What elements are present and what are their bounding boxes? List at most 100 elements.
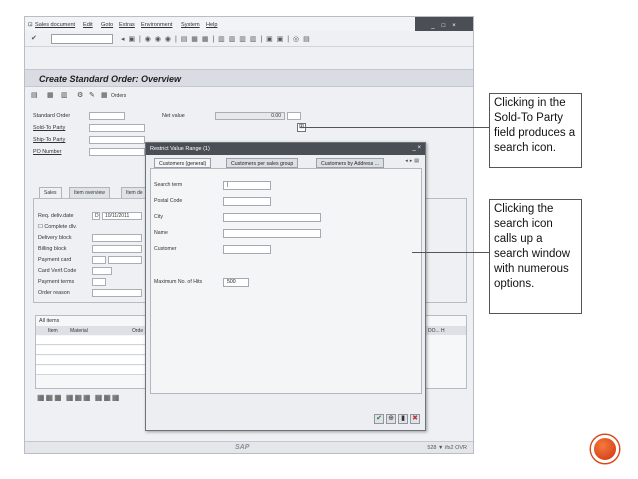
screen-title-bar: Create Standard Order: Overview [25, 69, 473, 87]
col-item: Item [48, 328, 58, 334]
callout-sold-to-party: Clicking in the Sold-To Party field prod… [489, 93, 582, 168]
tab-scroll-icons[interactable]: ◂▸▤ [405, 158, 421, 164]
standard-order-label: Standard Order [33, 113, 71, 119]
table-row[interactable] [36, 346, 156, 355]
standard-toolbar: ✔ ◂ ▣ | ◉ ◉ ◉ | ▤ ▦ ▦ | ▥ ▥ ▥ ▥ | ▣ ▣ | … [25, 31, 473, 47]
col-material: Material [70, 328, 88, 334]
menu-environment[interactable]: Environment [141, 22, 172, 28]
callout-connector-2 [412, 252, 489, 253]
sap-window: ⊡ Sales document Edit Goto Extras Enviro… [24, 16, 474, 454]
callout-search-window: Clicking the search icon calls up a sear… [489, 199, 582, 314]
tab-customers-general[interactable]: Customers (general) [154, 158, 212, 168]
info-icon[interactable]: ▮ [398, 414, 408, 424]
col-right: DO... H [428, 328, 445, 334]
menu-goto[interactable]: Goto [101, 22, 113, 28]
status-bar: SAP 528 ▼ ifs2 OVR [25, 441, 473, 453]
menu-system[interactable]: System [181, 22, 200, 28]
delivery-block-field[interactable] [92, 234, 142, 242]
po-number-label: PO Number [33, 149, 62, 155]
print-icon[interactable]: ▥ [61, 91, 68, 99]
payment-card-field[interactable] [108, 256, 142, 264]
ship-to-party-label: Ship-To Party [33, 137, 66, 143]
currency-field[interactable] [287, 112, 301, 120]
orders-button-label[interactable]: Orders [111, 93, 126, 99]
tab-customers-address[interactable]: Customers by Address ... [316, 158, 384, 168]
name-field[interactable] [223, 229, 321, 238]
order-reason-field[interactable] [92, 289, 142, 297]
req-deliv-date-label: Req. deliv.date [38, 213, 74, 219]
menu-sales-document[interactable]: Sales document [35, 22, 75, 28]
screen-title: Create Standard Order: Overview [39, 74, 182, 84]
billing-block-label: Billing block [38, 246, 67, 252]
find-icon[interactable]: ⊕ [386, 414, 396, 424]
card-verif-label: Card Verif.Code [38, 268, 77, 274]
table-row[interactable] [36, 366, 156, 375]
dialog-close-icon[interactable]: _ × [412, 145, 421, 151]
search-term-label: Search term [154, 182, 183, 188]
maximize-icon[interactable]: □ [442, 23, 447, 29]
settings-icon[interactable]: ⚙ [77, 91, 83, 99]
display-doc-flow-icon[interactable]: ▤ [31, 91, 38, 99]
sold-to-party-label: Sold-To Party [33, 125, 66, 131]
cancel-button[interactable]: ✖ [410, 414, 420, 424]
system-info: 528 ▼ ifs2 OVR [427, 445, 467, 451]
orders-icon[interactable]: ▦ [101, 91, 108, 99]
sap-menu-icon[interactable]: ⊡ [28, 22, 33, 28]
po-number-field[interactable] [89, 148, 145, 156]
date-type-field[interactable]: D [92, 212, 100, 220]
continue-button[interactable]: ✔ [374, 414, 384, 424]
menu-edit[interactable]: Edit [83, 22, 93, 28]
tab-item-overview[interactable]: Item overview [69, 187, 110, 198]
customer-field[interactable] [223, 245, 271, 254]
command-field[interactable] [51, 34, 113, 44]
toolbar-icons[interactable]: ◂ ▣ | ◉ ◉ ◉ | ▤ ▦ ▦ | ▥ ▥ ▥ ▥ | ▣ ▣ | ◎ … [121, 35, 311, 43]
max-hits-field[interactable]: 500 [223, 278, 249, 287]
city-field[interactable] [223, 213, 321, 222]
standard-order-field[interactable] [89, 112, 125, 120]
delivery-block-label: Delivery block [38, 235, 72, 241]
customer-label: Customer [154, 246, 177, 252]
postal-code-field[interactable] [223, 197, 271, 206]
payment-card-type-field[interactable] [92, 256, 106, 264]
close-icon[interactable]: × [452, 23, 457, 29]
billing-block-field[interactable] [92, 245, 142, 253]
table-row[interactable] [36, 356, 156, 365]
tab-item-detail[interactable]: Item de [121, 187, 148, 198]
ship-to-party-field[interactable] [89, 136, 145, 144]
search-criteria-panel: Search term | Postal Code City Name Cust… [150, 168, 422, 394]
max-hits-label: Maximum No. of Hits [154, 279, 203, 285]
postal-code-label: Postal Code [154, 198, 183, 204]
restrict-value-range-dialog: Restrict Value Range (1) _ × Customers (… [145, 142, 426, 431]
menu-bar: ⊡ Sales document Edit Goto Extras Enviro… [25, 17, 473, 34]
menu-help[interactable]: Help [206, 22, 218, 28]
complete-dlv-checkbox[interactable]: ☐ Complete dlv. [38, 224, 77, 230]
city-label: City [154, 214, 163, 220]
table-row[interactable] [36, 336, 156, 345]
enter-icon[interactable]: ✔ [31, 34, 37, 42]
menu-extras[interactable]: Extras [119, 22, 135, 28]
dialog-buttons: ✔ ⊕ ▮ ✖ [374, 414, 420, 424]
minimize-icon[interactable]: _ [431, 23, 435, 29]
header-icon[interactable]: ▦ [47, 91, 54, 99]
card-verif-field[interactable] [92, 267, 112, 275]
dialog-title: Restrict Value Range (1) [150, 146, 210, 152]
payment-terms-label: Payment terms [38, 279, 75, 285]
slide-accent-circle [591, 435, 619, 463]
req-deliv-date-field[interactable]: 10/11/2011 [102, 212, 142, 220]
item-toolbar-icons[interactable]: ▦▦▦ ▦▦▦ ▦▦▦ [37, 393, 120, 402]
complete-dlv-label: Complete dlv. [44, 224, 77, 230]
payment-terms-field[interactable] [92, 278, 106, 286]
name-label: Name [154, 230, 168, 236]
sold-to-party-field[interactable] [89, 124, 145, 132]
dialog-title-bar: Restrict Value Range (1) _ × [146, 143, 425, 155]
tab-customers-sales-group[interactable]: Customers per sales group [226, 158, 299, 168]
all-items-title: All items [39, 318, 60, 324]
config-icon[interactable]: ✎ [89, 91, 95, 99]
net-value-label: Net value [162, 113, 185, 119]
order-reason-label: Order reason [38, 290, 70, 296]
tab-sales[interactable]: Sales [39, 187, 62, 198]
search-term-field[interactable]: | [223, 181, 271, 190]
net-value-field: 0.00 [215, 112, 285, 120]
col-order: Orde [132, 328, 144, 334]
application-toolbar: ▤ ▦ ▥ ⚙ ✎ ▦ Orders [25, 89, 473, 103]
